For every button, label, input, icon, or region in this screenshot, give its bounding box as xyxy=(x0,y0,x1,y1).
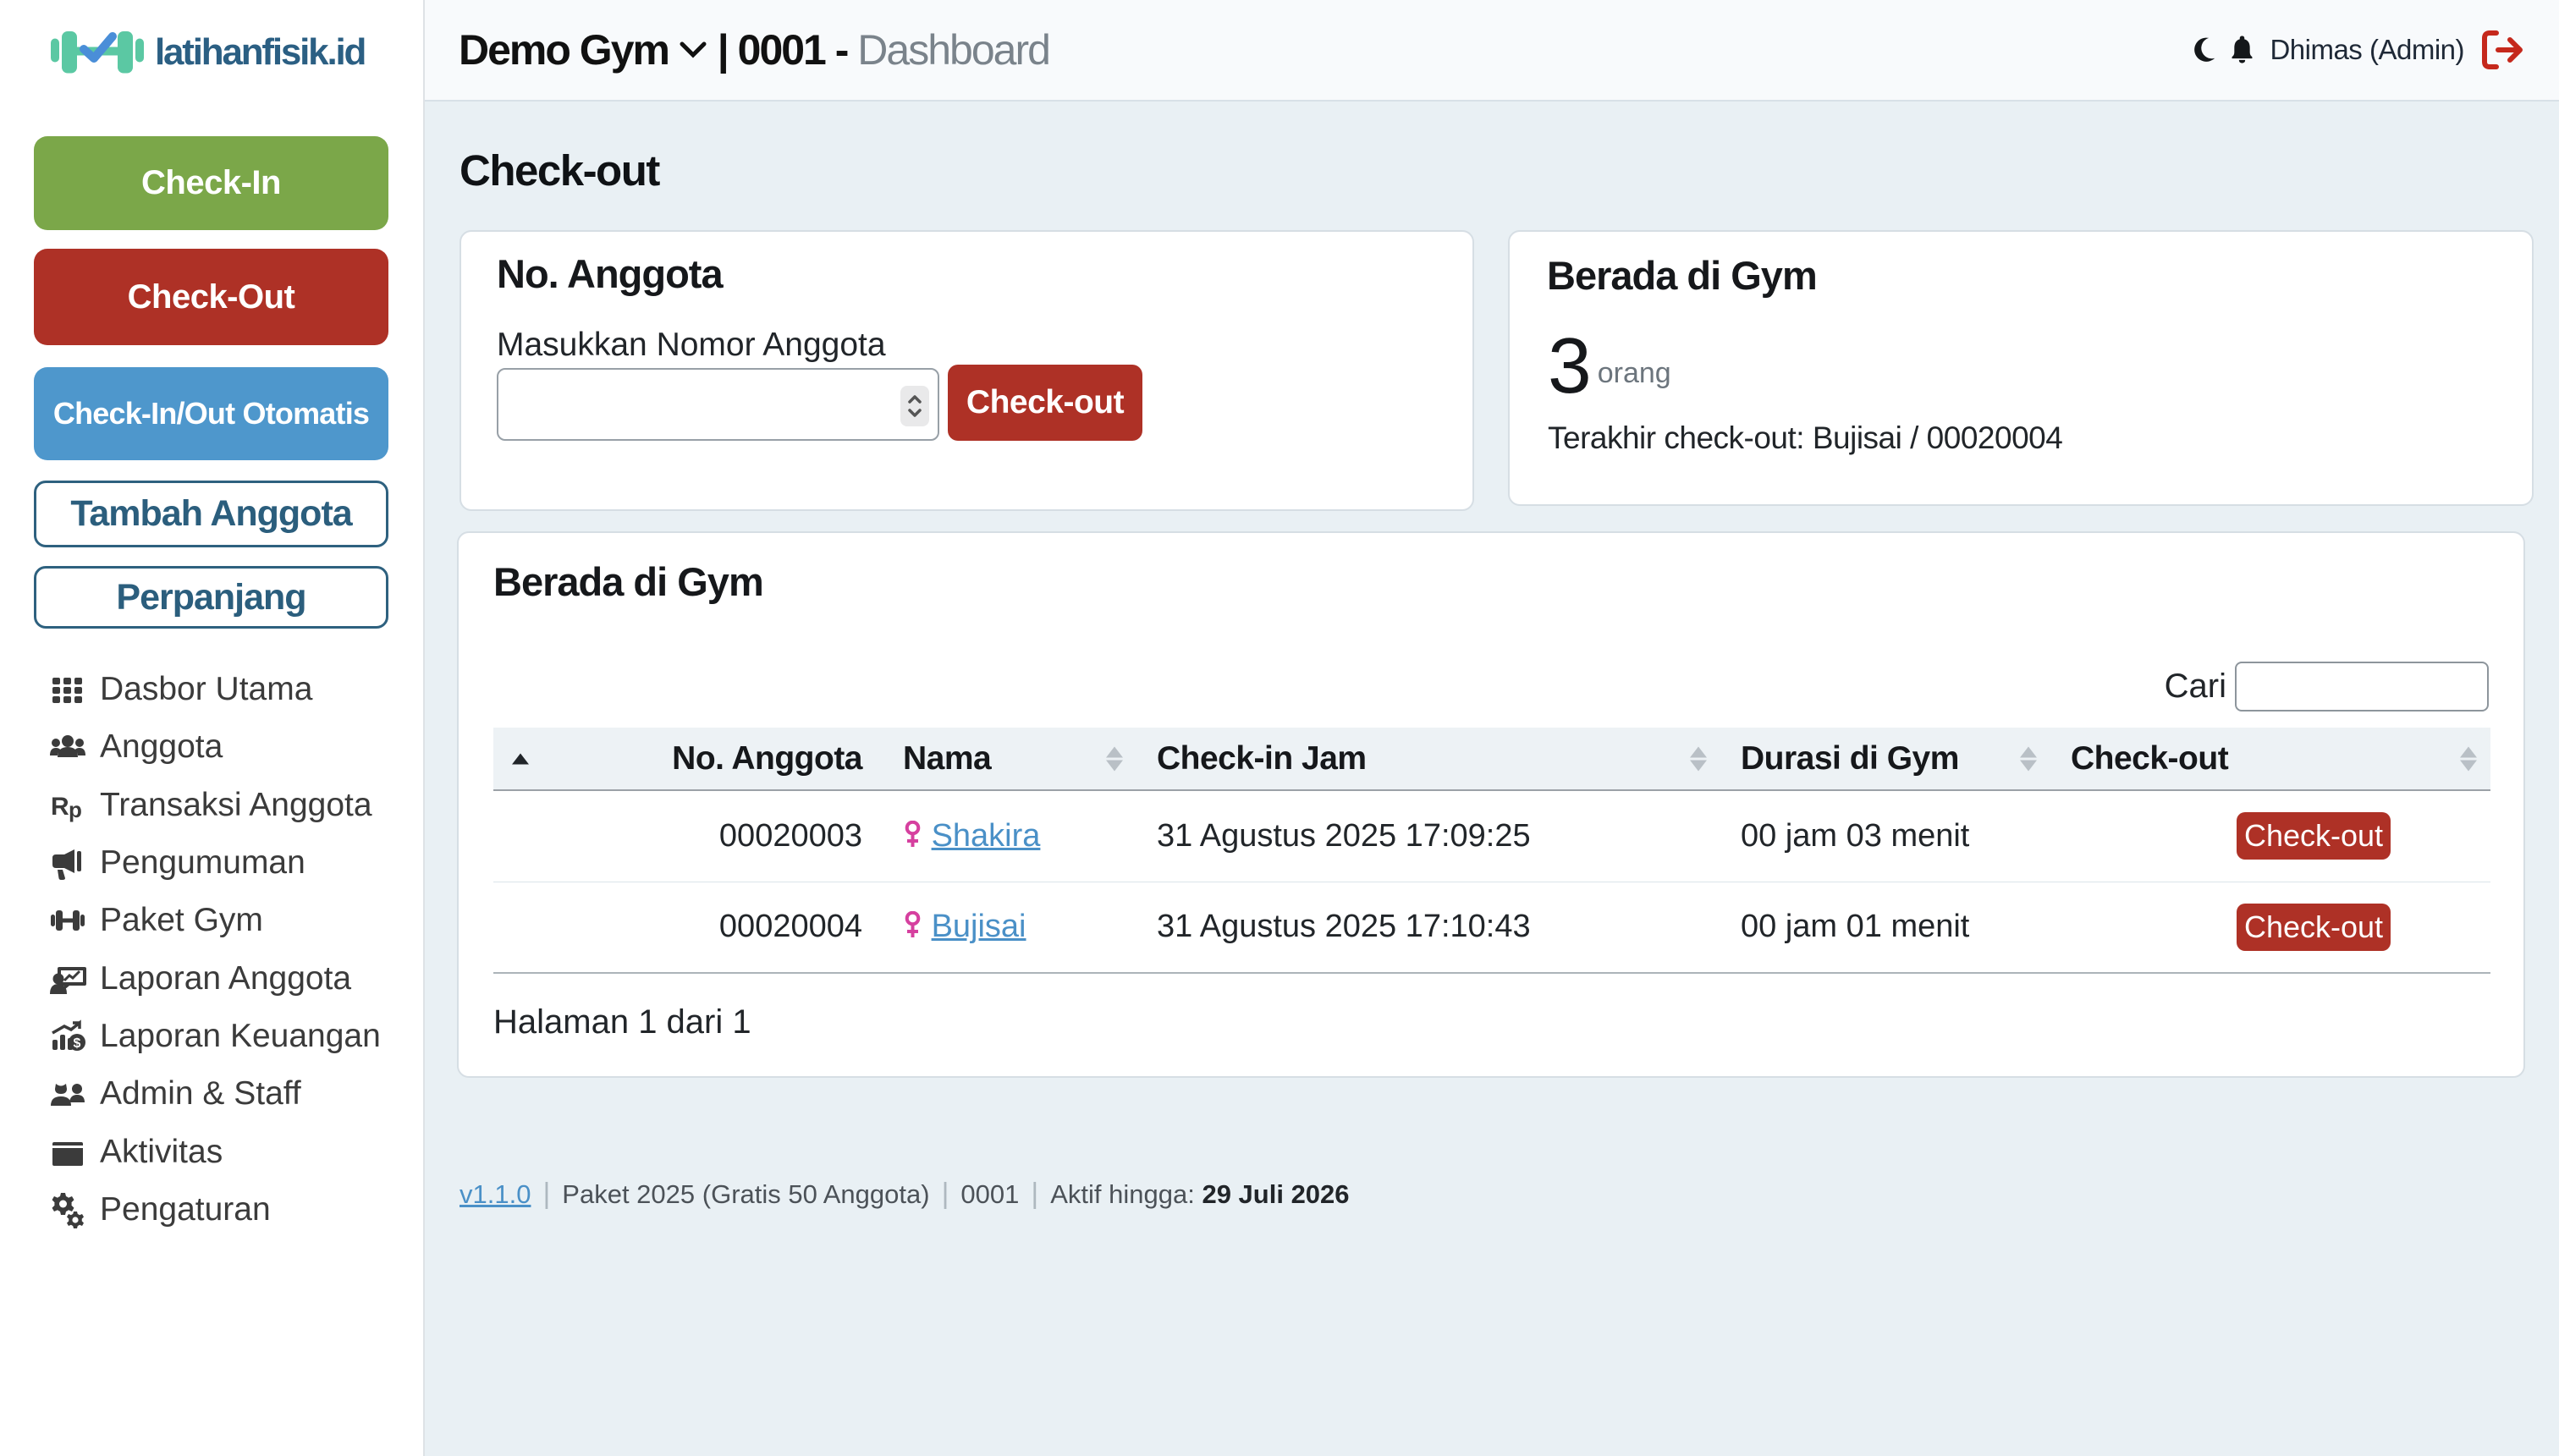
svg-text:R: R xyxy=(51,793,69,821)
svg-text:$: $ xyxy=(74,1036,81,1051)
svg-text:p: p xyxy=(69,797,82,822)
